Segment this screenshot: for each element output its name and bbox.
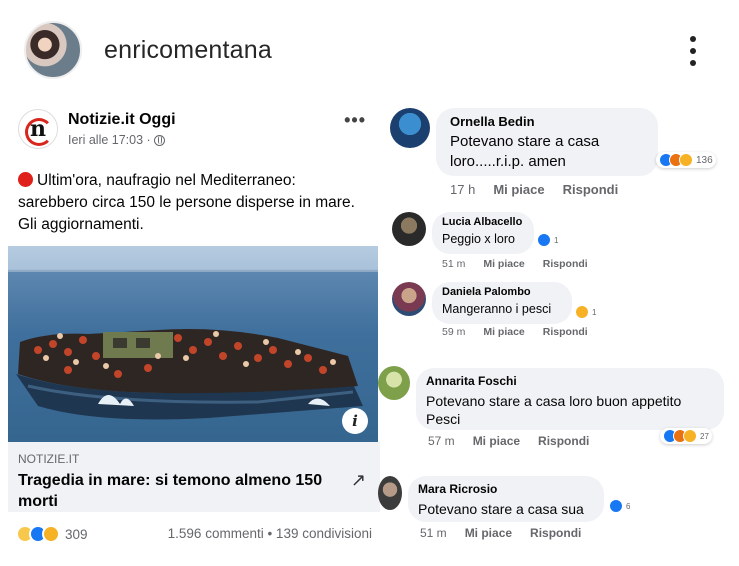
post-time: Ieri alle 17:03 · (68, 133, 176, 147)
comment-actions: 17 h Mi piace Rispondi (450, 182, 636, 197)
boat-illustration (16, 329, 363, 420)
comment-bubble: Annarita Foschi Potevano stare a casa lo… (416, 368, 724, 430)
comment-bubble: Lucia Albacello Peggio x loro (432, 212, 534, 254)
post-photo[interactable]: i (8, 246, 378, 442)
comment-text: Mangeranno i pesci (442, 302, 552, 316)
comment-author[interactable]: Daniela Palombo (442, 286, 562, 298)
comment-bubble: Daniela Palombo Mangeranno i pesci (432, 282, 572, 324)
reply-button[interactable]: Rispondi (563, 182, 619, 197)
comment-reactions[interactable]: 136 (656, 152, 716, 168)
comment-author[interactable]: Ornella Bedin (450, 114, 644, 129)
comment-time[interactable]: 57 m (428, 434, 455, 448)
link-title[interactable]: Tragedia in mare: si temono almeno 150 m… (18, 470, 338, 512)
comment-actions: 51 m Mi piace Rispondi (442, 258, 606, 270)
comment-reactions[interactable]: 1 (534, 232, 561, 248)
like-button[interactable]: Mi piace (473, 434, 520, 448)
comment-time[interactable]: 51 m (442, 258, 465, 270)
comment-avatar[interactable] (392, 282, 426, 316)
like-reaction-icon (609, 499, 623, 513)
reactions-count: 309 (65, 526, 88, 542)
page-meta: Notizie.it Oggi Ieri alle 17:03 · (68, 111, 176, 147)
comment-reactions[interactable]: 1 (572, 304, 599, 320)
haha-reaction-icon (683, 429, 697, 443)
comment-text: Potevano stare a casa loro buon appetito… (426, 393, 682, 427)
comment-text: Potevano stare a casa sua (418, 501, 584, 517)
post-text-body: Ultim'ora, naufragio nel Mediterraneo: s… (18, 172, 355, 233)
post-stats[interactable]: 1.596 commenti • 139 condivisioni (168, 526, 372, 541)
comment-author[interactable]: Annarita Foschi (426, 374, 714, 388)
comment-bubble: Mara Ricrosio Potevano stare a casa sua (408, 476, 604, 522)
like-button[interactable]: Mi piace (483, 258, 524, 270)
reactions-summary[interactable]: 309 (16, 525, 88, 543)
comment-time[interactable]: 51 m (420, 526, 447, 540)
reply-button[interactable]: Rispondi (538, 434, 589, 448)
comment-bubble: Ornella Bedin Potevano stare a casa loro… (436, 108, 658, 176)
comment-avatar[interactable] (378, 366, 410, 400)
comments-list: Ornella Bedin Potevano stare a casa loro… (378, 100, 739, 566)
reply-button[interactable]: Rispondi (543, 258, 588, 270)
link-preview[interactable]: NOTIZIE.IT Tragedia in mare: si temono a… (8, 442, 380, 512)
profile-username[interactable]: enricomentana (104, 36, 272, 65)
comment-author[interactable]: Mara Ricrosio (418, 482, 594, 496)
post-options-icon[interactable]: ••• (344, 110, 366, 131)
globe-icon (153, 134, 165, 146)
post-text: Ultim'ora, naufragio nel Mediterraneo: s… (8, 158, 380, 246)
comment-reactions-count: 136 (696, 154, 713, 166)
post-header: n Notizie.it Oggi Ieri alle 17:03 · ••• (8, 100, 380, 158)
comment-time[interactable]: 59 m (442, 326, 465, 338)
reply-button[interactable]: Rispondi (530, 526, 581, 540)
page-name[interactable]: Notizie.it Oggi (68, 111, 176, 129)
comment-time[interactable]: 17 h (450, 182, 475, 197)
info-icon[interactable]: i (342, 408, 368, 434)
comment-actions: 51 m Mi piace Rispondi (420, 526, 599, 540)
like-reaction-icon (537, 233, 551, 247)
comment-avatar[interactable] (390, 108, 430, 148)
external-link-icon[interactable]: ↗ (351, 470, 366, 491)
profile-header: enricomentana (0, 0, 739, 100)
comment-author[interactable]: Lucia Albacello (442, 216, 524, 228)
page-logo[interactable]: n (18, 109, 58, 149)
comment-reactions[interactable]: 27 (660, 428, 712, 444)
like-button[interactable]: Mi piace (465, 526, 512, 540)
haha-reaction-icon (575, 305, 589, 319)
link-domain: NOTIZIE.IT (18, 452, 80, 466)
like-button[interactable]: Mi piace (493, 182, 544, 197)
profile-avatar[interactable] (24, 21, 82, 79)
screenshot-frame: enricomentana n Notizie.it Oggi Ieri all… (0, 0, 739, 566)
reply-button[interactable]: Rispondi (543, 326, 588, 338)
like-button[interactable]: Mi piace (483, 326, 524, 338)
comment-actions: 59 m Mi piace Rispondi (442, 326, 606, 338)
more-options-icon[interactable] (689, 36, 697, 66)
comment-text: Peggio x loro (442, 232, 515, 246)
facebook-post: n Notizie.it Oggi Ieri alle 17:03 · ••• … (8, 100, 380, 558)
comment-reactions[interactable]: 6 (606, 498, 633, 514)
comment-text: Potevano stare a casa loro.....r.i.p. am… (450, 133, 600, 170)
comment-avatar[interactable] (392, 212, 426, 246)
haha-reaction-icon (679, 153, 693, 167)
comment-reactions-count: 27 (700, 431, 709, 441)
comment-actions: 57 m Mi piace Rispondi (428, 434, 607, 448)
comment-reactions-count: 1 (592, 307, 597, 317)
haha-reaction-icon (42, 525, 60, 543)
red-circle-icon (18, 172, 33, 187)
comment-reactions-count: 6 (626, 501, 631, 511)
post-time-text[interactable]: Ieri alle 17:03 · (68, 133, 151, 147)
comment-reactions-count: 1 (554, 235, 559, 245)
comment-avatar[interactable] (378, 476, 402, 510)
post-footer: 309 1.596 commenti • 139 condivisioni (8, 512, 380, 556)
